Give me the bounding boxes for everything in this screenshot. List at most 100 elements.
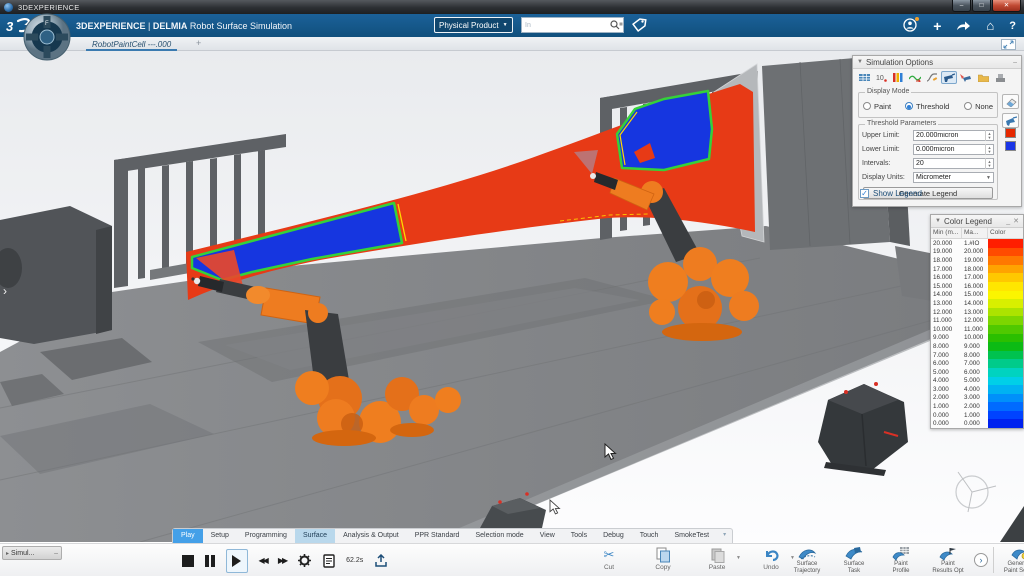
tab-view[interactable]: View <box>532 529 563 543</box>
profile-curve-icon[interactable] <box>924 71 940 84</box>
legend-row[interactable]: 20.000 1.#IO <box>931 239 1023 248</box>
legend-row[interactable]: 13.000 14.000 <box>931 299 1023 308</box>
tab-selection-mode[interactable]: Selection mode <box>467 529 531 543</box>
close-button[interactable]: ✕ <box>992 0 1021 12</box>
spinner-control[interactable]: ▲ ▼ <box>985 130 993 141</box>
collapse-icon[interactable]: ▼ <box>857 59 863 65</box>
legend-row[interactable]: 8.000 9.000 <box>931 342 1023 351</box>
spinner-control[interactable]: ▲ ▼ <box>985 144 993 155</box>
generate-paint-solver-button[interactable]: Generate Paint Solver <box>999 545 1024 574</box>
tab-smoketest[interactable]: SmokeTest <box>666 529 717 543</box>
radio-paint[interactable]: Paint <box>863 102 905 111</box>
tab-play[interactable]: Play <box>173 529 203 543</box>
legend-row[interactable]: 15.000 16.000 <box>931 281 1023 291</box>
surface-trajectory-button[interactable]: Surface Trajectory <box>786 545 828 574</box>
folder-icon[interactable] <box>975 71 991 84</box>
tag-icon[interactable] <box>631 17 648 34</box>
eraser-icon[interactable] <box>1002 94 1019 109</box>
show-legend-option[interactable]: ✓ Show Legend <box>860 189 922 198</box>
tab-ppr-standard[interactable]: PPR Standard <box>407 529 468 543</box>
display-units-dropdown[interactable]: Micrometer ▼ <box>913 172 994 183</box>
paint-results-opt-button[interactable]: Paint Results Opt <box>927 545 969 574</box>
legend-col-color[interactable]: Color <box>988 228 1023 238</box>
minimize-button[interactable]: – <box>952 0 971 12</box>
decimal-places-icon[interactable]: 10 <box>873 71 889 84</box>
tabs-overflow-icon[interactable]: ▾ <box>717 529 732 543</box>
color-legend-header[interactable]: ▼ Color Legend _ ✕ <box>931 215 1023 228</box>
paint-profile-button[interactable]: Paint Profile <box>880 545 922 574</box>
simulation-report-icon[interactable] <box>323 553 335 568</box>
legend-row[interactable]: 7.000 8.000 <box>931 350 1023 360</box>
export-results-icon[interactable] <box>374 553 388 568</box>
signal-wave-icon[interactable] <box>907 71 923 84</box>
legend-row[interactable]: 19.000 20.000 <box>931 247 1023 257</box>
search-icon[interactable] <box>609 19 623 31</box>
lower-limit-color-swatch[interactable] <box>1005 141 1016 151</box>
cut-button[interactable]: ✂ Cut <box>592 546 626 571</box>
playback-settings-icon[interactable] <box>297 553 312 568</box>
legend-row[interactable]: 4.000 5.000 <box>931 376 1023 386</box>
pause-button[interactable] <box>205 554 215 567</box>
tray-minimize-icon[interactable]: – <box>54 550 58 557</box>
legend-row[interactable]: 3.000 4.000 <box>931 385 1023 394</box>
stop-button[interactable] <box>182 554 194 567</box>
document-tab[interactable]: RobotPaintCell ---.000 <box>86 37 178 51</box>
panel-minimize-icon[interactable]: _ <box>1006 218 1010 225</box>
simulation-options-header[interactable]: ▼ Simulation Options – <box>853 56 1021 69</box>
radio-none[interactable]: None <box>964 102 993 111</box>
collapse-icon[interactable]: ▼ <box>935 218 941 224</box>
panel-minimize-icon[interactable]: – <box>1013 59 1017 66</box>
copy-button[interactable]: Copy <box>646 546 680 571</box>
spinner-control[interactable]: ▲ ▼ <box>985 158 993 169</box>
paint-gun-icon[interactable] <box>941 71 957 84</box>
press-data-icon[interactable] <box>992 71 1008 84</box>
legend-row[interactable]: 0.000 0.000 <box>931 419 1023 429</box>
tab-touch[interactable]: Touch <box>632 529 667 543</box>
legend-row[interactable]: 11.000 12.000 <box>931 316 1023 325</box>
legend-row[interactable]: 1.000 2.000 <box>931 402 1023 411</box>
add-icon[interactable]: + <box>933 18 941 34</box>
panel-close-icon[interactable]: ✕ <box>1013 217 1019 225</box>
context-dropdown[interactable]: Physical Product ▼ <box>434 17 513 33</box>
intervals-input[interactable] <box>914 160 985 167</box>
tab-debug[interactable]: Debug <box>595 529 632 543</box>
step-forward-button[interactable]: ▶▶ <box>278 556 288 565</box>
radio-threshold[interactable]: Threshold <box>904 102 964 111</box>
resize-viewport-icon[interactable] <box>1001 39 1016 50</box>
step-backward-button[interactable]: ◀◀ <box>259 556 269 565</box>
legend-bars-icon[interactable] <box>890 71 906 84</box>
left-flyout-chevron-icon[interactable]: › <box>3 284 7 298</box>
search-box[interactable] <box>521 17 624 33</box>
tab-surface[interactable]: Surface <box>294 529 336 543</box>
play-button[interactable] <box>225 548 248 573</box>
surface-task-button[interactable]: Surface Task <box>833 545 875 574</box>
legend-row[interactable]: 14.000 15.000 <box>931 290 1023 300</box>
upper-limit-input[interactable] <box>914 132 985 139</box>
spray-fan-icon[interactable] <box>958 71 974 84</box>
legend-col-min[interactable]: Min (m... <box>931 228 962 238</box>
more-commands-button[interactable]: › <box>974 553 988 567</box>
coverage-report-icon[interactable] <box>856 71 872 84</box>
checkbox-checked-icon[interactable]: ✓ <box>860 189 869 198</box>
legend-row[interactable]: 6.000 7.000 <box>931 359 1023 368</box>
share-icon[interactable] <box>956 19 971 32</box>
home-icon[interactable]: ⌂ <box>986 18 994 33</box>
help-icon[interactable]: ? <box>1009 20 1016 32</box>
legend-row[interactable]: 5.000 6.000 <box>931 367 1023 377</box>
legend-row[interactable]: 9.000 10.000 <box>931 333 1023 343</box>
legend-col-max[interactable]: Ma... <box>962 228 988 238</box>
spray-brush-icon[interactable] <box>1002 113 1019 128</box>
legend-row[interactable]: 12.000 13.000 <box>931 307 1023 317</box>
paste-button[interactable]: Paste ▼ <box>700 546 741 571</box>
upper-limit-color-swatch[interactable] <box>1005 128 1016 138</box>
legend-row[interactable]: 0.000 1.000 <box>931 410 1023 420</box>
tab-tools[interactable]: Tools <box>563 529 595 543</box>
tab-analysis-output[interactable]: Analysis & Output <box>335 529 407 543</box>
robot-compass-widget[interactable]: F <box>22 12 72 62</box>
equipment-box-left[interactable] <box>0 206 112 344</box>
user-icon[interactable] <box>903 17 920 33</box>
legend-row[interactable]: 2.000 3.000 <box>931 393 1023 403</box>
undo-button[interactable]: Undo ▼ <box>754 546 795 571</box>
tab-setup[interactable]: Setup <box>203 529 237 543</box>
maximize-button[interactable]: □ <box>972 0 991 12</box>
